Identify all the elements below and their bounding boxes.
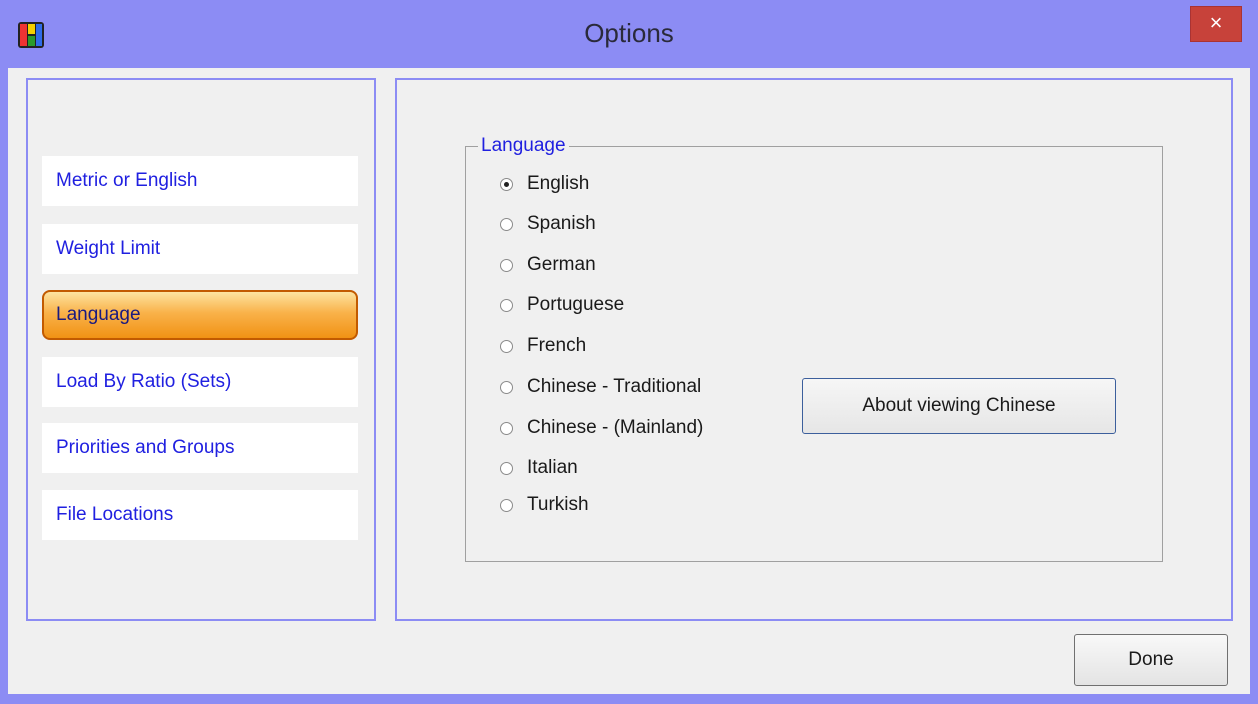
done-button[interactable]: Done <box>1074 634 1228 686</box>
language-groupbox: Language English Spanish German Portugue… <box>465 135 1163 562</box>
radio-button-icon[interactable] <box>500 339 513 353</box>
radio-button-icon[interactable] <box>500 498 513 512</box>
options-window: Options × Metric or English Weight Limit… <box>0 0 1258 704</box>
radio-french[interactable]: French <box>500 331 586 361</box>
nav-item-priorities-and-groups[interactable]: Priorities and Groups <box>42 423 358 473</box>
radio-label: Spanish <box>527 213 596 234</box>
nav-item-file-locations[interactable]: File Locations <box>42 490 358 540</box>
options-content-panel: Language English Spanish German Portugue… <box>395 78 1233 621</box>
nav-item-metric-or-english[interactable]: Metric or English <box>42 156 358 206</box>
radio-italian[interactable]: Italian <box>500 453 578 483</box>
title-bar[interactable]: Options × <box>0 0 1258 68</box>
window-title: Options <box>584 18 674 48</box>
radio-button-icon[interactable] <box>500 298 513 312</box>
options-nav-panel: Metric or English Weight Limit Language … <box>26 78 376 621</box>
language-group-legend: Language <box>478 135 569 157</box>
nav-item-load-by-ratio[interactable]: Load By Ratio (Sets) <box>42 357 358 407</box>
radio-label: Turkish <box>527 494 589 515</box>
radio-label: Italian <box>527 457 578 478</box>
radio-button-icon[interactable] <box>500 217 513 231</box>
nav-item-weight-limit[interactable]: Weight Limit <box>42 224 358 274</box>
radio-label: Chinese - Traditional <box>527 376 702 397</box>
radio-label: English <box>527 173 590 194</box>
radio-button-checked-icon[interactable] <box>500 177 513 191</box>
dialog-client-area: Metric or English Weight Limit Language … <box>8 68 1250 694</box>
radio-english[interactable]: English <box>500 169 589 199</box>
close-button[interactable]: × <box>1190 6 1242 42</box>
radio-chinese-mainland[interactable]: Chinese - (Mainland) <box>500 413 703 443</box>
radio-button-icon[interactable] <box>500 380 513 394</box>
nav-item-language[interactable]: Language <box>42 290 358 340</box>
radio-label: German <box>527 254 596 275</box>
radio-button-icon[interactable] <box>500 421 513 435</box>
radio-turkish[interactable]: Turkish <box>500 490 589 520</box>
radio-button-icon[interactable] <box>500 258 513 272</box>
about-viewing-chinese-button[interactable]: About viewing Chinese <box>802 378 1116 434</box>
radio-label: French <box>527 335 587 356</box>
radio-label: Portuguese <box>527 294 625 315</box>
radio-spanish[interactable]: Spanish <box>500 209 596 239</box>
radio-chinese-traditional[interactable]: Chinese - Traditional <box>500 372 701 402</box>
radio-label: Chinese - (Mainland) <box>527 417 704 438</box>
radio-german[interactable]: German <box>500 250 596 280</box>
radio-button-icon[interactable] <box>500 461 513 475</box>
radio-portuguese[interactable]: Portuguese <box>500 290 624 320</box>
